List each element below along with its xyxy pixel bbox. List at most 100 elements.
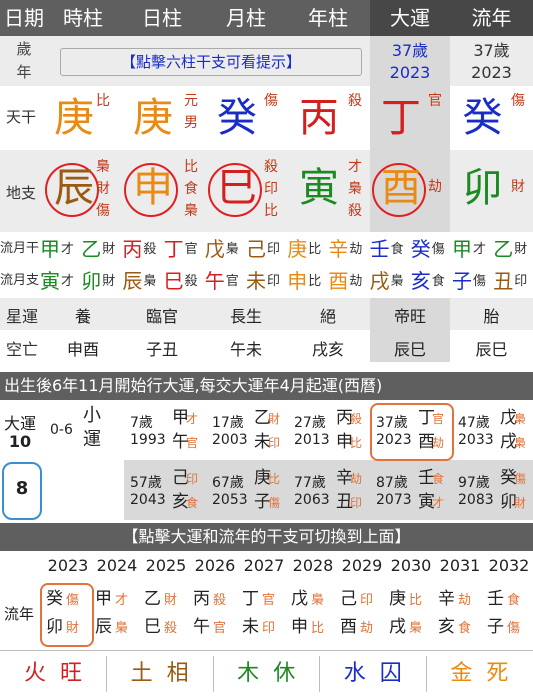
current-liunian-highlight xyxy=(40,583,94,647)
liunian-year: 2031 xyxy=(439,556,481,575)
tiangan-god: 殺 xyxy=(348,93,362,109)
dizhi-god: 梟 xyxy=(184,203,198,219)
header-month-pillar: 月柱 xyxy=(226,6,266,30)
tiangan-char[interactable]: 丙 xyxy=(286,88,352,148)
dayun-year: 2033 xyxy=(458,432,494,448)
month-char[interactable]: 丑 xyxy=(493,268,513,294)
month-char[interactable]: 子 xyxy=(452,268,472,294)
dayun-label: 大運 xyxy=(3,414,36,433)
pillar-hint-button[interactable]: 【點擊六柱干支可看提示】 xyxy=(60,48,362,76)
dayun-gan-god: 傷 xyxy=(514,472,527,486)
month-char[interactable]: 丙 xyxy=(122,236,142,262)
kongwang-label: 空亡 xyxy=(6,340,39,359)
liunian-gan[interactable]: 丙 xyxy=(193,586,210,612)
month-god: 食 xyxy=(431,274,445,289)
liunian-zhi-god: 劫 xyxy=(360,621,374,636)
month-char[interactable]: 甲 xyxy=(452,236,472,262)
dizhi-god: 食 xyxy=(184,181,198,197)
dizhi-char[interactable]: 寅 xyxy=(286,158,352,218)
liunian-gan-god: 梟 xyxy=(311,593,325,608)
dayun-year: 2003 xyxy=(212,432,248,448)
dayun-gan-god: 才 xyxy=(186,412,199,426)
dizhi-god: 殺 xyxy=(348,203,362,219)
liunian-age[interactable]: 37歲 2023 xyxy=(450,40,533,84)
liunian-zhi[interactable]: 亥 xyxy=(438,614,455,640)
month-char[interactable]: 戌 xyxy=(370,268,390,294)
month-god: 殺 xyxy=(143,242,157,257)
month-god: 劫 xyxy=(349,242,363,257)
tiangan-char[interactable]: 癸 xyxy=(450,88,515,148)
xingyun-cell: 臨官 xyxy=(145,307,178,326)
tiangan-god: 元 xyxy=(184,93,198,109)
month-char[interactable]: 巳 xyxy=(164,268,184,294)
liunian-zhi[interactable]: 酉 xyxy=(340,614,357,640)
month-char[interactable]: 申 xyxy=(287,268,307,294)
liunian-zhi[interactable]: 子 xyxy=(487,614,504,640)
liunian-gan-god: 殺 xyxy=(213,593,227,608)
liunian-gan[interactable]: 庚 xyxy=(389,586,406,612)
liunian-zhi[interactable]: 巳 xyxy=(144,614,161,640)
liunian-year: 2030 xyxy=(390,556,432,575)
liunian-zhi[interactable]: 午 xyxy=(193,614,210,640)
month-god: 比 xyxy=(308,274,322,289)
liunian-zhi[interactable]: 戌 xyxy=(389,614,406,640)
month-char[interactable]: 亥 xyxy=(411,268,431,294)
dayun-age: 27歲 xyxy=(294,415,326,431)
liunian-gan[interactable]: 己 xyxy=(340,586,357,612)
liunian-gan-god: 食 xyxy=(507,593,521,608)
wuxing-element: 水 xyxy=(343,661,366,686)
month-char[interactable]: 壬 xyxy=(370,236,390,262)
tiangan-char[interactable]: 癸 xyxy=(206,88,268,148)
liunian-zhi[interactable]: 未 xyxy=(242,614,259,640)
xiaoyun-button[interactable]: 小運 xyxy=(80,404,104,452)
header-dayun: 大運 xyxy=(370,0,450,36)
month-char[interactable]: 癸 xyxy=(411,236,431,262)
dizhi-char[interactable]: 巳 xyxy=(206,158,268,218)
dayun-zhi-god: 梟 xyxy=(514,436,527,450)
month-char[interactable]: 庚 xyxy=(287,236,307,262)
month-god: 印 xyxy=(267,274,281,289)
tiangan-char[interactable]: 庚 xyxy=(118,88,188,148)
liunian-gan[interactable]: 壬 xyxy=(487,586,504,612)
liunian-zhi-god: 殺 xyxy=(164,621,178,636)
liunian-gan[interactable]: 戊 xyxy=(291,586,308,612)
month-char[interactable]: 寅 xyxy=(40,268,60,294)
dizhi-char[interactable]: 申 xyxy=(118,158,188,218)
dayun-age: 67歲 xyxy=(212,475,244,491)
dizhi-char[interactable]: 卯 xyxy=(450,158,515,218)
xingyun-cell: 胎 xyxy=(483,307,500,326)
kongwang-cell: 申酉 xyxy=(66,340,99,359)
month-char[interactable]: 卯 xyxy=(81,268,101,294)
month-char[interactable]: 乙 xyxy=(81,236,101,262)
month-char[interactable]: 酉 xyxy=(328,268,348,294)
month-god: 才 xyxy=(61,274,75,289)
month-char[interactable]: 戊 xyxy=(205,236,225,262)
wuxing-gap xyxy=(472,661,486,686)
dizhi-char[interactable]: 辰 xyxy=(48,158,100,218)
month-char[interactable]: 乙 xyxy=(493,236,513,262)
liunian-gan[interactable]: 辛 xyxy=(438,586,455,612)
tiangan-char[interactable]: 丁 xyxy=(370,88,432,148)
liunian-year: 2026 xyxy=(194,556,236,575)
liunian-gan[interactable]: 乙 xyxy=(144,586,161,612)
wuxing-gap xyxy=(46,661,60,686)
dizhi-god: 梟 xyxy=(96,159,110,175)
tiangan-char[interactable]: 庚 xyxy=(48,88,100,148)
month-char[interactable]: 甲 xyxy=(40,236,60,262)
month-char[interactable]: 辛 xyxy=(328,236,348,262)
header-year-pillar: 年柱 xyxy=(308,6,348,30)
liunian-zhi[interactable]: 申 xyxy=(291,614,308,640)
month-char[interactable]: 己 xyxy=(246,236,266,262)
month-char[interactable]: 丁 xyxy=(164,236,184,262)
month-char[interactable]: 辰 xyxy=(122,268,142,294)
dizhi-god: 殺 xyxy=(264,159,278,175)
liunian-zhi[interactable]: 辰 xyxy=(95,614,112,640)
month-char[interactable]: 午 xyxy=(205,268,225,294)
xingyun-label: 星運 xyxy=(6,307,39,326)
dayun-age[interactable]: 37歲 2023 xyxy=(370,40,450,84)
xingyun-cell: 絕 xyxy=(319,307,336,326)
liunian-gan[interactable]: 甲 xyxy=(95,586,112,612)
liunian-gan[interactable]: 丁 xyxy=(242,586,259,612)
dizhi-char[interactable]: 酉 xyxy=(370,158,432,218)
month-char[interactable]: 未 xyxy=(246,268,266,294)
